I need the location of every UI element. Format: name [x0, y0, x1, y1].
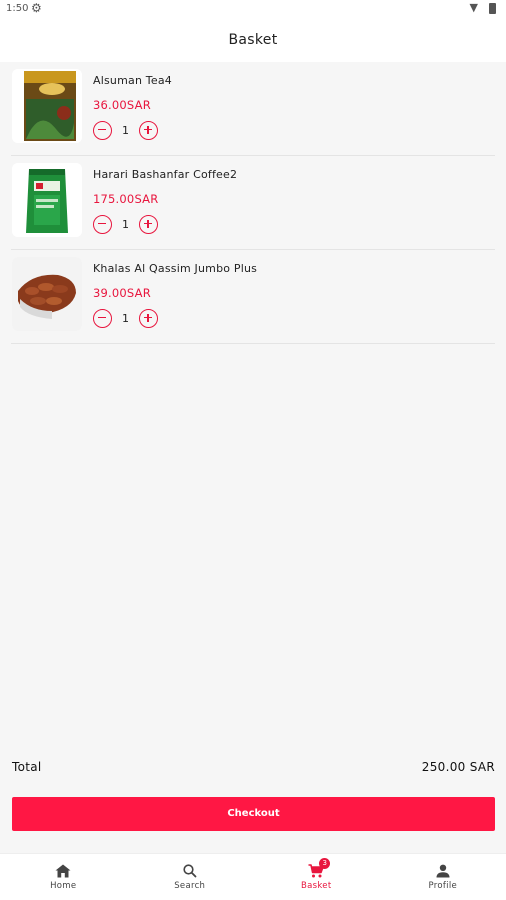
product-price: 39.00SAR: [93, 286, 151, 300]
quantity-value: 1: [122, 123, 129, 137]
person-icon: [436, 864, 450, 878]
checkout-button[interactable]: Checkout: [12, 797, 495, 831]
nav-home-label: Home: [50, 881, 77, 891]
app-bar: Basket: [0, 18, 506, 62]
nav-profile[interactable]: Profile: [380, 854, 506, 900]
gear-icon: ⚙: [31, 1, 42, 15]
product-name: Alsuman Tea4: [93, 74, 172, 87]
product-image-tea: [12, 69, 82, 143]
quantity-value: 1: [122, 217, 129, 231]
basket-item[interactable]: Harari Bashanfar Coffee2 175.00SAR 1: [11, 156, 495, 250]
decrease-quantity-button[interactable]: [93, 120, 112, 140]
total-row: Total 250.00 SAR: [12, 760, 495, 778]
total-value: 250.00 SAR: [421, 760, 495, 774]
status-time: 1:50: [6, 3, 29, 14]
quantity-stepper: 1: [93, 308, 158, 328]
increase-quantity-button[interactable]: [139, 120, 158, 140]
page-title: Basket: [228, 32, 278, 48]
product-image-coffee: [12, 163, 82, 237]
nav-basket-label: Basket: [301, 881, 332, 891]
home-icon: [55, 864, 71, 878]
basket-item[interactable]: Alsuman Tea4 36.00SAR 1: [11, 62, 495, 156]
product-price: 36.00SAR: [93, 98, 151, 112]
increase-quantity-button[interactable]: [139, 308, 158, 328]
decrease-quantity-button[interactable]: [93, 214, 112, 234]
product-price: 175.00SAR: [93, 192, 159, 206]
total-label: Total: [12, 760, 42, 774]
nav-search-label: Search: [174, 881, 206, 891]
nav-profile-label: Profile: [428, 881, 458, 891]
wifi-icon: ▼: [469, 1, 478, 14]
product-name: Khalas Al Qassim Jumbo Plus: [93, 262, 258, 275]
quantity-stepper: 1: [93, 214, 158, 234]
status-bar: 1:50 ⚙ ▼: [0, 0, 506, 18]
basket-count-badge: 3: [319, 858, 331, 869]
search-icon: [183, 864, 197, 878]
battery-icon: [489, 3, 496, 14]
nav-search[interactable]: Search: [127, 854, 254, 900]
basket-item[interactable]: Khalas Al Qassim Jumbo Plus 39.00SAR 1: [11, 250, 495, 344]
minus-icon: [98, 316, 106, 319]
nav-home[interactable]: Home: [0, 854, 127, 900]
basket-list: Alsuman Tea4 36.00SAR 1 Harari Bashanfar…: [0, 62, 506, 344]
minus-icon: [98, 128, 106, 131]
minus-icon: [98, 222, 106, 225]
decrease-quantity-button[interactable]: [93, 308, 112, 328]
increase-quantity-button[interactable]: [139, 214, 158, 234]
quantity-stepper: 1: [93, 120, 158, 140]
product-image-dates: [12, 257, 82, 331]
product-name: Harari Bashanfar Coffee2: [93, 168, 238, 181]
bottom-nav: Home Search 3 Basket Profile: [0, 853, 506, 900]
quantity-value: 1: [122, 311, 129, 325]
nav-basket[interactable]: 3 Basket: [253, 854, 380, 900]
